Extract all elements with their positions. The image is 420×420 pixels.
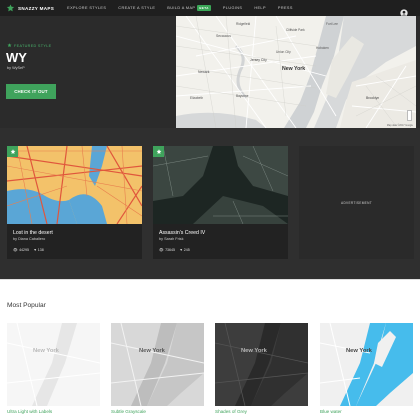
map-label-newark: Newark [198,70,210,74]
map-zoom-control[interactable] [407,110,412,121]
popular-style-city: New York [346,348,372,354]
card-map-graphic [153,146,288,224]
most-popular-heading: Most Popular [7,302,46,309]
nav-link-build-label: BUILD A MAP [167,6,196,10]
style-card[interactable]: Assassin's Creed IV by Sarah Frisk 👁 736… [153,146,288,259]
popular-style-thumbnail: New York [7,323,100,406]
style-card[interactable]: Lost in the desert by Diana Caballero 👁 … [7,146,142,259]
map-footer-text: Map data ©2017 Google [386,124,413,127]
nav-link-build[interactable]: BUILD A MAP BETA [167,5,211,11]
featured-map-graphic [176,16,416,128]
like-count: 245 [183,248,190,252]
map-label-ridgefield: Ridgefield [236,22,251,26]
brand-name: SNAZZY MAPS [18,5,55,11]
popular-style-thumbnail: New York [320,323,413,406]
like-count: 138 [37,248,44,252]
featured-badge [7,146,18,157]
map-label-cliffside: Cliffside Park [286,28,305,32]
map-label-brooklyn: Brooklyn [366,96,380,100]
popular-style-city: New York [241,348,267,354]
thumb-map-graphic [7,323,100,406]
style-card-map [153,146,288,224]
check-it-out-button[interactable]: CHECK IT OUT [6,84,56,99]
map-label-fort-lee: Fort Lee [326,22,338,26]
map-label-elizabeth: Elizabeth [190,96,204,100]
style-card-stats: 👁 73645 ♥ 245 [159,248,190,252]
featured-label: FEATURED STYLE [7,43,51,48]
popular-style-name[interactable]: Subtle Grayscale [111,409,146,414]
brand[interactable]: SNAZZY MAPS [6,3,55,13]
eye-icon: 👁 [159,248,164,252]
map-label-new-york: New York [282,66,306,72]
popular-style-card[interactable]: New York Ultra Light with Labels [7,323,100,420]
advertisement[interactable]: ADVERTISEMENT [299,146,414,259]
featured-badge [153,146,164,157]
top-nav: SNAZZY MAPS EXPLORE STYLES CREATE A STYL… [0,0,420,17]
thumb-map-graphic [215,323,308,406]
map-label-union-city: Union City [276,50,291,54]
map-label-hoboken: Hoboken [316,46,329,50]
nav-links: EXPLORE STYLES CREATE A STYLE BUILD A MA… [67,5,305,11]
featured-author[interactable]: by WySeP [7,66,25,70]
popular-style-city: New York [139,348,165,354]
style-card-map [7,146,142,224]
popular-style-name[interactable]: Ultra Light with Labels [7,409,52,414]
nav-link-create[interactable]: CREATE A STYLE [118,5,155,11]
popular-style-name[interactable]: Shades of Grey [215,409,247,414]
most-popular-section: Most Popular New York Ultra Light with L… [0,285,420,420]
popular-style-name[interactable]: Blue water [320,409,342,414]
nav-link-plugins[interactable]: PLUGINS [223,5,242,11]
popular-style-card[interactable]: New York Shades of Grey [215,323,308,420]
nav-link-explore[interactable]: EXPLORE STYLES [67,5,106,11]
style-card-title: Assassin's Creed IV [159,230,206,236]
thumb-map-graphic [111,323,204,406]
style-card-author[interactable]: by Diana Caballero [13,237,45,241]
star-icon [156,148,161,154]
popular-style-card[interactable]: New York Subtle Grayscale [111,323,204,420]
thumb-map-graphic [320,323,413,406]
style-card-stats: 👁 44295 ♥ 138 [13,248,44,252]
view-count: 44295 [19,248,30,252]
featured-star-icon [7,43,12,48]
featured-title: WY [6,50,27,65]
featured-label-text: FEATURED STYLE [14,43,52,48]
map-label-jersey-city: Jersey City [250,58,267,62]
popular-style-thumbnail: New York [215,323,308,406]
snazzy-logo-icon [6,3,15,13]
nav-link-help[interactable]: HELP [254,5,266,11]
star-icon [10,148,15,154]
popular-style-thumbnail: New York [111,323,204,406]
user-account-icon[interactable] [400,4,408,17]
map-label-bayonne: Bayonne [236,94,249,98]
heart-icon: ♥ [180,248,183,252]
heart-icon: ♥ [34,248,37,252]
view-count: 73645 [165,248,176,252]
card-map-graphic [7,146,142,224]
eye-icon: 👁 [13,248,18,252]
popular-style-card[interactable]: New York Blue water [320,323,413,420]
featured-cards-row: Lost in the desert by Diana Caballero 👁 … [0,128,420,270]
featured-map-preview[interactable]: Secaucus Ridgefield Cliffside Park Union… [176,16,416,128]
beta-badge: BETA [197,5,211,11]
featured-hero: FEATURED STYLE WY by WySeP CHECK IT OUT [0,16,420,128]
style-card-title: Lost in the desert [13,230,53,236]
nav-link-press[interactable]: PRESS [278,5,293,11]
style-card-author[interactable]: by Sarah Frisk [159,237,183,241]
map-label-secaucus: Secaucus [216,34,231,38]
popular-style-city: New York [33,348,59,354]
